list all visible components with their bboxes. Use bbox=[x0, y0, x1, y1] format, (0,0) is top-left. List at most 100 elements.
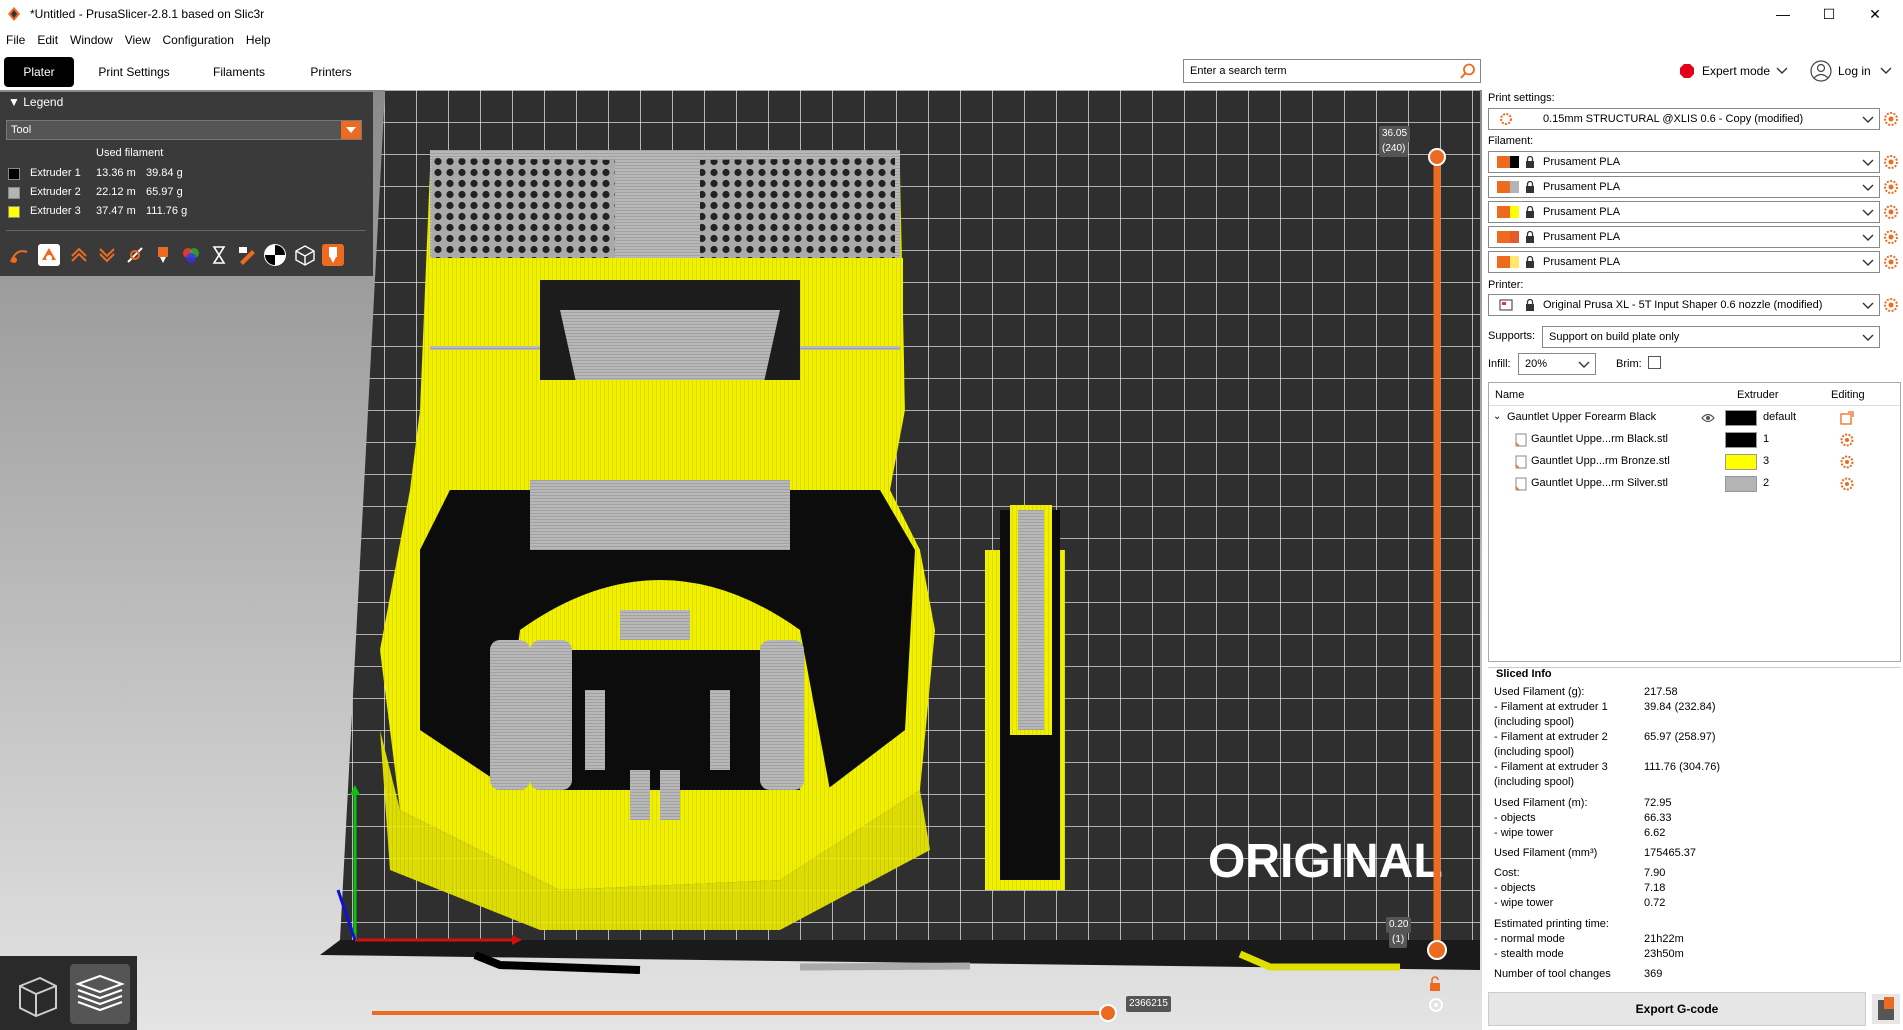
pause-prints-toggle-icon[interactable] bbox=[208, 244, 230, 266]
gear-icon[interactable] bbox=[1883, 254, 1899, 270]
view-type-select[interactable]: Tool bbox=[6, 120, 362, 140]
minimize-button[interactable]: — bbox=[1760, 0, 1806, 28]
tool-marker-toggle-icon[interactable] bbox=[322, 244, 344, 266]
object-row[interactable]: Gauntlet Uppe...rm Silver.stl 2 bbox=[1489, 473, 1900, 495]
mode-indicator-icon bbox=[1680, 64, 1694, 78]
filament-select-3[interactable]: Prusament PLA bbox=[1488, 201, 1880, 223]
chevron-down-icon bbox=[1880, 67, 1892, 74]
search-icon[interactable] bbox=[1460, 63, 1476, 79]
printer-label: Printer: bbox=[1488, 279, 1524, 291]
gear-icon[interactable] bbox=[1883, 229, 1899, 245]
printer-select[interactable]: Original Prusa XL - 5T Input Shaper 0.6 … bbox=[1488, 294, 1880, 316]
print-profile-select[interactable]: 0.15mm STRUCTURAL @XLIS 0.6 - Copy (modi… bbox=[1488, 108, 1880, 130]
gear-icon[interactable] bbox=[1883, 179, 1899, 195]
travel-toggle-icon[interactable] bbox=[8, 244, 30, 266]
filament-value: Prusament PLA bbox=[1543, 256, 1621, 268]
color-changes-toggle-icon[interactable] bbox=[180, 244, 202, 266]
info-value: 6.62 bbox=[1644, 827, 1666, 839]
menu-file[interactable]: File bbox=[0, 30, 31, 50]
mode-label: Expert mode bbox=[1702, 64, 1771, 78]
object-name: Gauntlet Uppe...rm Silver.stl bbox=[1531, 477, 1668, 489]
info-value: 39.84 (232.84) bbox=[1644, 701, 1716, 713]
preview-button[interactable] bbox=[70, 964, 130, 1024]
info-value: 175465.37 bbox=[1644, 847, 1696, 859]
part-icon bbox=[1515, 455, 1527, 469]
export-gcode-button[interactable]: Export G-code bbox=[1488, 992, 1866, 1026]
filament-select-2[interactable]: Prusament PLA bbox=[1488, 176, 1880, 198]
menu-edit[interactable]: Edit bbox=[31, 30, 64, 50]
info-label: (including spool) bbox=[1494, 746, 1575, 758]
dropdown-arrow-icon bbox=[341, 121, 361, 139]
login-button[interactable]: Log in bbox=[1810, 60, 1898, 82]
menu-help[interactable]: Help bbox=[240, 30, 277, 50]
lock-icon bbox=[1526, 156, 1534, 168]
deretraction-toggle-icon[interactable] bbox=[96, 244, 118, 266]
legend-header[interactable]: ▼ Legend bbox=[8, 95, 63, 109]
infill-select[interactable]: 20% bbox=[1518, 353, 1596, 375]
lock-icon[interactable] bbox=[1427, 976, 1443, 992]
send-to-printer-button[interactable] bbox=[1872, 994, 1900, 1024]
gear-icon[interactable] bbox=[1839, 432, 1855, 448]
extruder-weight: 65.97 g bbox=[146, 186, 183, 198]
supports-select[interactable]: Support on build plate only bbox=[1542, 326, 1880, 348]
tab-plater[interactable]: Plater bbox=[4, 57, 74, 87]
object-row[interactable]: Gauntlet Upp...rm Bronze.stl 3 bbox=[1489, 451, 1900, 473]
custom-gcode-toggle-icon[interactable] bbox=[236, 244, 258, 266]
gear-icon[interactable] bbox=[1883, 154, 1899, 170]
tool-changes-toggle-icon[interactable] bbox=[152, 244, 174, 266]
gear-icon[interactable] bbox=[1883, 204, 1899, 220]
extruder-weight: 39.84 g bbox=[146, 167, 183, 179]
eye-icon[interactable] bbox=[1701, 412, 1715, 424]
search-input[interactable] bbox=[1184, 60, 1454, 82]
move-slider-thumb[interactable] bbox=[1099, 1004, 1117, 1022]
filament-color-swatch bbox=[1497, 181, 1519, 193]
menu-window[interactable]: Window bbox=[64, 30, 119, 50]
maximize-button[interactable]: ☐ bbox=[1806, 0, 1852, 28]
layer-top-height: 36.05 bbox=[1379, 126, 1411, 142]
menu-configuration[interactable]: Configuration bbox=[157, 30, 240, 50]
lock-icon bbox=[1526, 181, 1534, 193]
layer-slider-bottom-thumb[interactable] bbox=[1427, 940, 1447, 960]
center-of-gravity-toggle-icon[interactable] bbox=[264, 244, 286, 266]
layer-slider-top-thumb[interactable] bbox=[1428, 148, 1446, 166]
print-settings-icon bbox=[1500, 113, 1512, 125]
info-label: - Filament at extruder 3 bbox=[1494, 761, 1608, 773]
expand-chevron-icon[interactable]: ⌄ bbox=[1493, 411, 1501, 422]
legend-toolbar bbox=[6, 240, 366, 270]
sliced-info: Sliced Info Used Filament (g): 217.58 - F… bbox=[1488, 667, 1901, 989]
sd-card-icon bbox=[1878, 997, 1894, 1020]
shells-toggle-icon[interactable] bbox=[294, 244, 316, 266]
extruder-name: Extruder 1 bbox=[30, 167, 81, 179]
tab-print-settings[interactable]: Print Settings bbox=[88, 57, 180, 87]
filament-value: Prusament PLA bbox=[1543, 181, 1621, 193]
brim-checkbox[interactable] bbox=[1648, 356, 1661, 369]
filament-select-4[interactable]: Prusament PLA bbox=[1488, 226, 1880, 248]
tab-printers[interactable]: Printers bbox=[296, 57, 366, 87]
info-label: - normal mode bbox=[1494, 933, 1565, 945]
3d-view-button[interactable] bbox=[6, 964, 66, 1024]
filament-select-5[interactable]: Prusament PLA bbox=[1488, 251, 1880, 273]
wipe-toggle-icon[interactable] bbox=[38, 244, 60, 266]
lock-icon bbox=[1526, 231, 1534, 243]
gear-icon[interactable] bbox=[1883, 297, 1899, 313]
gear-icon[interactable] bbox=[1883, 111, 1899, 127]
object-row[interactable]: ⌄ Gauntlet Upper Forearm Black default bbox=[1489, 407, 1900, 429]
retraction-toggle-icon[interactable] bbox=[68, 244, 90, 266]
object-name: Gauntlet Upper Forearm Black bbox=[1507, 411, 1657, 423]
gear-icon[interactable] bbox=[1839, 454, 1855, 470]
filament-value: Prusament PLA bbox=[1543, 156, 1621, 168]
close-button[interactable]: ✕ bbox=[1852, 0, 1898, 28]
chevron-down-icon bbox=[1862, 209, 1874, 216]
gear-icon[interactable] bbox=[1839, 476, 1855, 492]
sliced-model-main bbox=[380, 150, 935, 930]
move-slider-value: 2366215 bbox=[1126, 996, 1171, 1012]
menu-view[interactable]: View bbox=[119, 30, 157, 50]
cog-icon[interactable] bbox=[1427, 996, 1445, 1014]
tab-filaments[interactable]: Filaments bbox=[198, 57, 280, 87]
seams-toggle-icon[interactable] bbox=[124, 244, 146, 266]
login-label: Log in bbox=[1838, 64, 1871, 78]
object-row[interactable]: Gauntlet Uppe...rm Black.stl 1 bbox=[1489, 429, 1900, 451]
edit-object-icon[interactable] bbox=[1839, 410, 1855, 426]
part-icon bbox=[1515, 477, 1527, 491]
filament-select-1[interactable]: Prusament PLA bbox=[1488, 151, 1880, 173]
